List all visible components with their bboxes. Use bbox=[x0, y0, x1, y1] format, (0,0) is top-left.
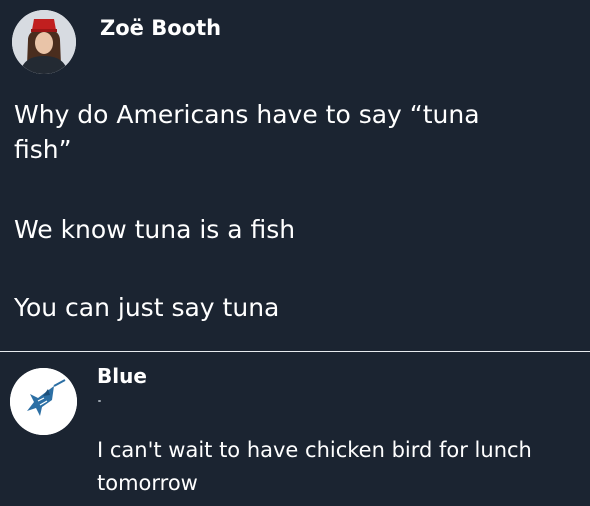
author-avatar[interactable] bbox=[12, 10, 76, 74]
post-text-line: fish” bbox=[14, 135, 72, 164]
reply-author-avatar[interactable] bbox=[10, 368, 77, 435]
profile-photo-icon bbox=[12, 10, 76, 74]
reply-author-name[interactable]: Blue bbox=[97, 364, 147, 388]
reply-text-line: I can't wait to have chicken bird for lu… bbox=[97, 438, 532, 462]
dot-mark bbox=[98, 400, 101, 402]
marlin-icon bbox=[10, 368, 77, 435]
post-text-line: You can just say tuna bbox=[14, 293, 280, 322]
post-text-line: We know tuna is a fish bbox=[14, 215, 296, 244]
reply-post: Blue I can't wait to have chicken bird f… bbox=[0, 352, 590, 506]
post-text-line: Why do Americans have to say “tuna bbox=[14, 100, 480, 129]
main-post: Zoë Booth Why do Americans have to say “… bbox=[0, 0, 590, 352]
author-name[interactable]: Zoë Booth bbox=[100, 16, 221, 40]
reply-text-line: tomorrow bbox=[97, 471, 198, 495]
